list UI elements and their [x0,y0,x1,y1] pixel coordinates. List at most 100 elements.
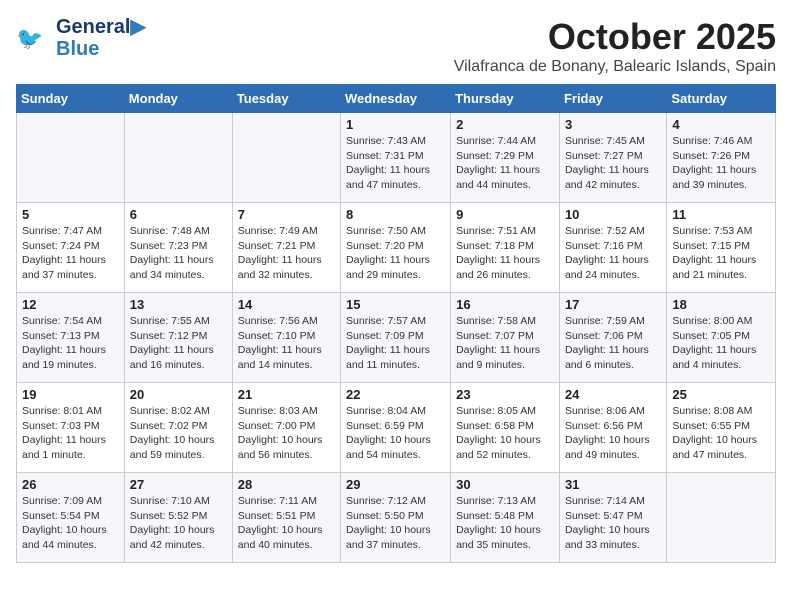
calendar-cell [667,473,776,563]
day-number: 24 [565,387,661,402]
day-info: Sunrise: 7:52 AM Sunset: 7:16 PM Dayligh… [565,224,661,283]
day-info: Sunrise: 7:55 AM Sunset: 7:12 PM Dayligh… [130,314,227,373]
day-info: Sunrise: 8:00 AM Sunset: 7:05 PM Dayligh… [672,314,770,373]
day-info: Sunrise: 7:56 AM Sunset: 7:10 PM Dayligh… [238,314,335,373]
day-info: Sunrise: 8:05 AM Sunset: 6:58 PM Dayligh… [456,404,554,463]
calendar-cell: 3 Sunrise: 7:45 AM Sunset: 7:27 PM Daylig… [559,113,666,203]
day-info: Sunrise: 7:13 AM Sunset: 5:48 PM Dayligh… [456,494,554,553]
month-title: October 2025 [454,16,776,58]
day-info: Sunrise: 7:46 AM Sunset: 7:26 PM Dayligh… [672,134,770,193]
calendar-cell: 26 Sunrise: 7:09 AM Sunset: 5:54 PM Dayli… [17,473,125,563]
day-number: 22 [346,387,445,402]
calendar-cell [17,113,125,203]
day-number: 19 [22,387,119,402]
calendar-cell [124,113,232,203]
day-info: Sunrise: 8:02 AM Sunset: 7:02 PM Dayligh… [130,404,227,463]
day-number: 5 [22,207,119,222]
logo-line1: General▶ [56,16,146,38]
location-title: Vilafranca de Bonany, Balearic Islands, … [454,58,776,76]
day-number: 13 [130,297,227,312]
day-number: 18 [672,297,770,312]
day-number: 20 [130,387,227,402]
calendar-cell: 16 Sunrise: 7:58 AM Sunset: 7:07 PM Dayli… [451,293,560,383]
day-info: Sunrise: 7:47 AM Sunset: 7:24 PM Dayligh… [22,224,119,283]
day-info: Sunrise: 7:59 AM Sunset: 7:06 PM Dayligh… [565,314,661,373]
day-info: Sunrise: 7:53 AM Sunset: 7:15 PM Dayligh… [672,224,770,283]
day-info: Sunrise: 7:54 AM Sunset: 7:13 PM Dayligh… [22,314,119,373]
day-number: 15 [346,297,445,312]
svg-text:🐦: 🐦 [16,26,43,51]
day-info: Sunrise: 7:58 AM Sunset: 7:07 PM Dayligh… [456,314,554,373]
calendar-cell: 5 Sunrise: 7:47 AM Sunset: 7:24 PM Daylig… [17,203,125,293]
day-number: 14 [238,297,335,312]
header-friday: Friday [559,85,666,113]
day-number: 10 [565,207,661,222]
calendar-cell: 14 Sunrise: 7:56 AM Sunset: 7:10 PM Dayli… [232,293,340,383]
calendar-cell: 24 Sunrise: 8:06 AM Sunset: 6:56 PM Dayli… [559,383,666,473]
calendar-cell [232,113,340,203]
calendar-cell: 20 Sunrise: 8:02 AM Sunset: 7:02 PM Dayli… [124,383,232,473]
day-info: Sunrise: 7:48 AM Sunset: 7:23 PM Dayligh… [130,224,227,283]
day-number: 23 [456,387,554,402]
calendar-table: SundayMondayTuesdayWednesdayThursdayFrid… [16,84,776,563]
day-number: 30 [456,477,554,492]
header-thursday: Thursday [451,85,560,113]
calendar-cell: 18 Sunrise: 8:00 AM Sunset: 7:05 PM Dayli… [667,293,776,383]
day-number: 29 [346,477,445,492]
day-number: 27 [130,477,227,492]
day-info: Sunrise: 7:09 AM Sunset: 5:54 PM Dayligh… [22,494,119,553]
day-info: Sunrise: 8:04 AM Sunset: 6:59 PM Dayligh… [346,404,445,463]
calendar-cell: 19Sunrise: 8:01 AM Sunset: 7:03 PM Dayli… [17,383,125,473]
header-tuesday: Tuesday [232,85,340,113]
calendar-cell: 11 Sunrise: 7:53 AM Sunset: 7:15 PM Dayli… [667,203,776,293]
day-info: Sunrise: 8:08 AM Sunset: 6:55 PM Dayligh… [672,404,770,463]
day-number: 7 [238,207,335,222]
calendar-week-row: 1 Sunrise: 7:43 AM Sunset: 7:31 PM Daylig… [17,113,776,203]
logo-text-block: General▶ Blue [56,16,146,60]
day-info: Sunrise: 7:43 AM Sunset: 7:31 PM Dayligh… [346,134,445,193]
calendar-cell: 13 Sunrise: 7:55 AM Sunset: 7:12 PM Dayli… [124,293,232,383]
calendar-cell: 27 Sunrise: 7:10 AM Sunset: 5:52 PM Dayli… [124,473,232,563]
day-number: 4 [672,117,770,132]
logo-bird-icon: 🐦 [16,20,52,56]
day-info: Sunrise: 7:11 AM Sunset: 5:51 PM Dayligh… [238,494,335,553]
calendar-cell: 31Sunrise: 7:14 AM Sunset: 5:47 PM Dayli… [559,473,666,563]
day-number: 26 [22,477,119,492]
day-number: 12 [22,297,119,312]
calendar-cell: 9Sunrise: 7:51 AM Sunset: 7:18 PM Daylig… [451,203,560,293]
calendar-cell: 6 Sunrise: 7:48 AM Sunset: 7:23 PM Daylig… [124,203,232,293]
day-number: 2 [456,117,554,132]
day-info: Sunrise: 8:06 AM Sunset: 6:56 PM Dayligh… [565,404,661,463]
calendar-cell: 4 Sunrise: 7:46 AM Sunset: 7:26 PM Daylig… [667,113,776,203]
day-number: 1 [346,117,445,132]
day-number: 28 [238,477,335,492]
day-info: Sunrise: 7:50 AM Sunset: 7:20 PM Dayligh… [346,224,445,283]
calendar-cell: 21Sunrise: 8:03 AM Sunset: 7:00 PM Dayli… [232,383,340,473]
calendar-cell: 12 Sunrise: 7:54 AM Sunset: 7:13 PM Dayli… [17,293,125,383]
day-number: 8 [346,207,445,222]
day-number: 3 [565,117,661,132]
calendar-cell: 29 Sunrise: 7:12 AM Sunset: 5:50 PM Dayli… [341,473,451,563]
day-number: 11 [672,207,770,222]
header-monday: Monday [124,85,232,113]
calendar-cell: 1 Sunrise: 7:43 AM Sunset: 7:31 PM Daylig… [341,113,451,203]
day-number: 9 [456,207,554,222]
logo: 🐦 General▶ Blue [16,16,146,60]
day-info: Sunrise: 7:45 AM Sunset: 7:27 PM Dayligh… [565,134,661,193]
day-number: 16 [456,297,554,312]
calendar-cell: 17Sunrise: 7:59 AM Sunset: 7:06 PM Dayli… [559,293,666,383]
day-info: Sunrise: 7:44 AM Sunset: 7:29 PM Dayligh… [456,134,554,193]
header-sunday: Sunday [17,85,125,113]
calendar-week-row: 5 Sunrise: 7:47 AM Sunset: 7:24 PM Daylig… [17,203,776,293]
day-number: 6 [130,207,227,222]
day-info: Sunrise: 7:57 AM Sunset: 7:09 PM Dayligh… [346,314,445,373]
day-number: 21 [238,387,335,402]
calendar-cell: 22 Sunrise: 8:04 AM Sunset: 6:59 PM Dayli… [341,383,451,473]
calendar-cell: 15 Sunrise: 7:57 AM Sunset: 7:09 PM Dayli… [341,293,451,383]
calendar-cell: 23 Sunrise: 8:05 AM Sunset: 6:58 PM Dayli… [451,383,560,473]
day-info: Sunrise: 7:10 AM Sunset: 5:52 PM Dayligh… [130,494,227,553]
logo-line2: Blue [56,38,146,60]
header-wednesday: Wednesday [341,85,451,113]
day-info: Sunrise: 7:12 AM Sunset: 5:50 PM Dayligh… [346,494,445,553]
calendar-cell: 30 Sunrise: 7:13 AM Sunset: 5:48 PM Dayli… [451,473,560,563]
